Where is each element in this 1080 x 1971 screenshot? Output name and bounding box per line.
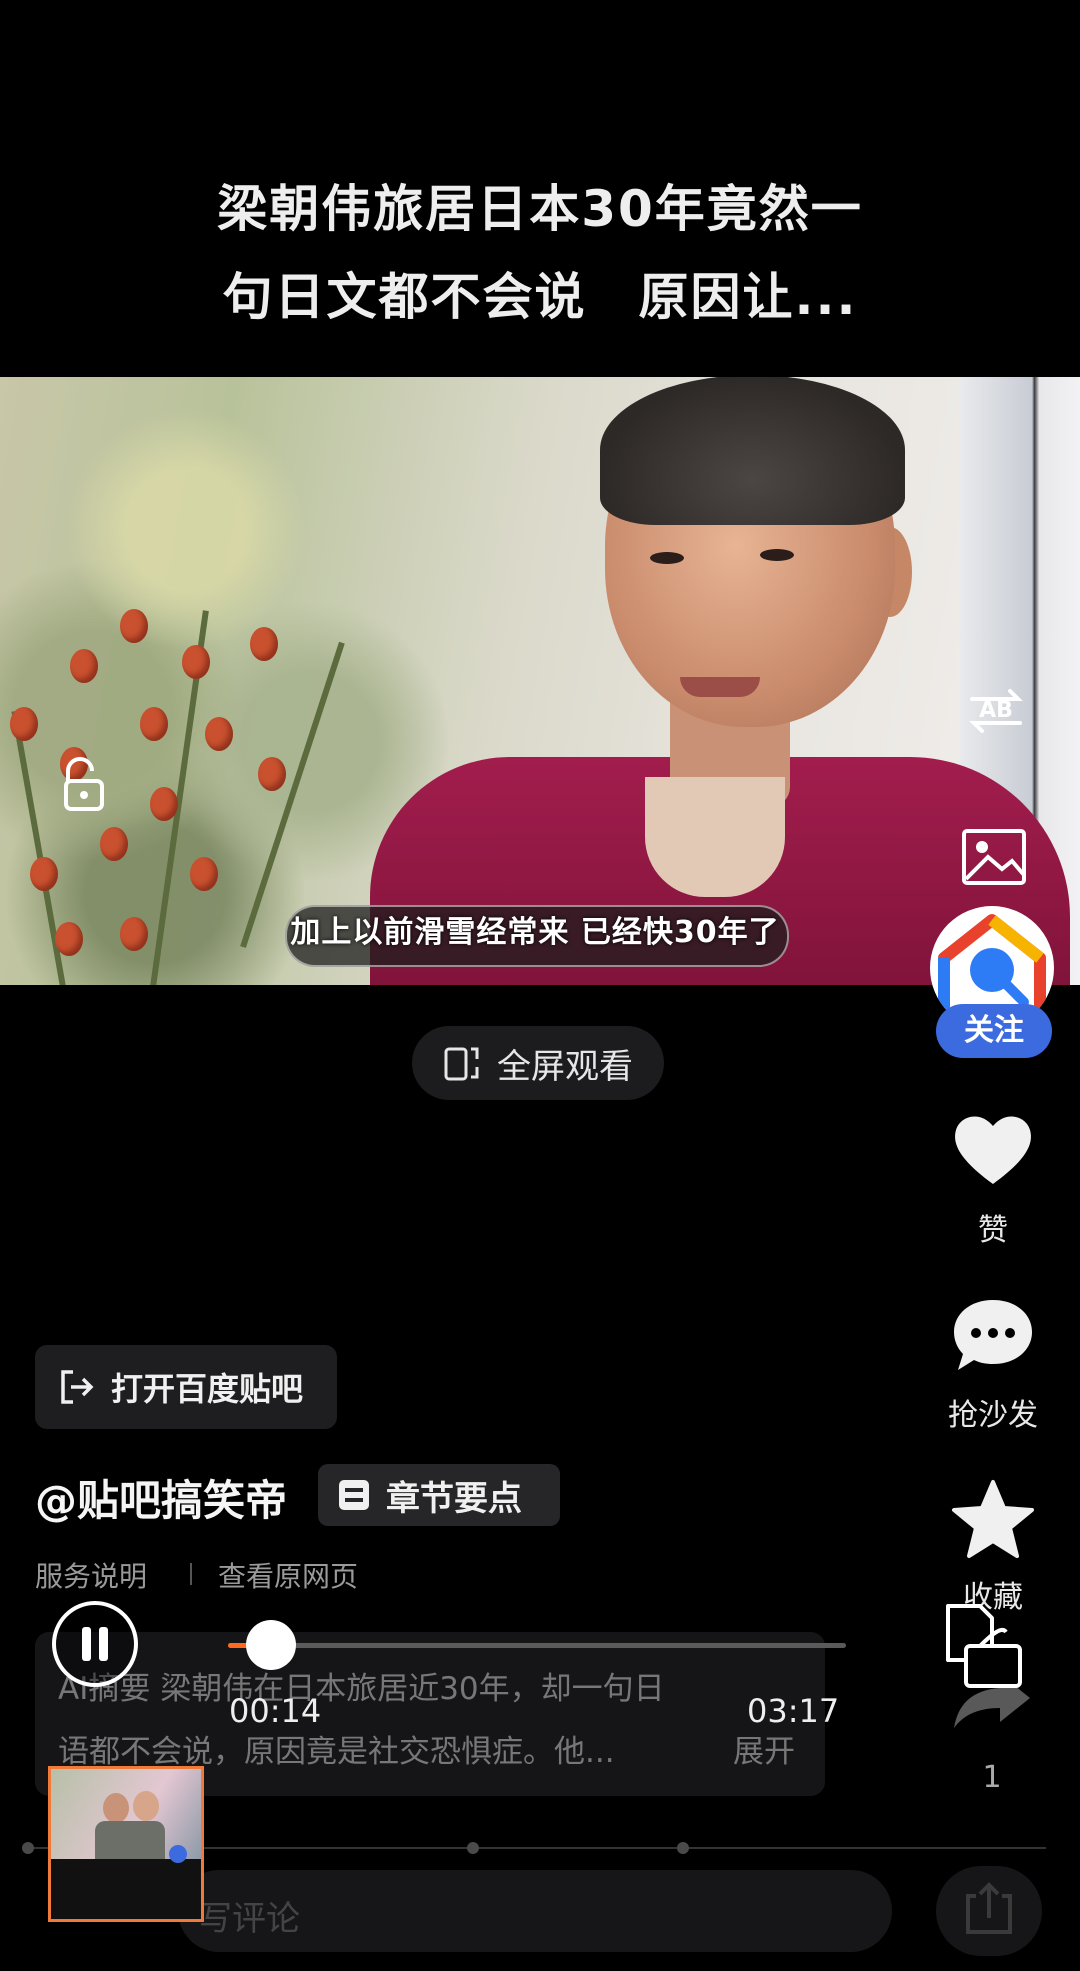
- pause-button[interactable]: [52, 1601, 138, 1687]
- ab-repeat-icon[interactable]: AB: [958, 683, 1034, 739]
- progress-thumb[interactable]: [246, 1620, 296, 1670]
- view-original-link[interactable]: 查看原网页: [218, 1555, 358, 1595]
- current-time: 00:14: [229, 1692, 322, 1730]
- expand-link[interactable]: 展开: [733, 1726, 795, 1771]
- share-count: 1: [982, 1760, 1002, 1795]
- pause-icon: [82, 1627, 91, 1661]
- lock-open-icon[interactable]: [58, 757, 108, 813]
- person-eye: [760, 549, 794, 561]
- heart-icon[interactable]: [950, 1110, 1036, 1188]
- timeline-dot: [22, 1842, 34, 1854]
- ai-summary-line2: 语都不会说，原因竟是社交恐惧症。他...: [58, 1734, 615, 1770]
- progress-track[interactable]: [228, 1643, 846, 1648]
- chapter-list-icon: [339, 1480, 369, 1510]
- person-hair: [600, 377, 905, 525]
- person-eye: [650, 552, 684, 564]
- picture-in-picture-icon[interactable]: [940, 1600, 1026, 1692]
- service-info-link[interactable]: 服务说明: [35, 1555, 147, 1595]
- person-collar: [645, 777, 785, 897]
- image-icon[interactable]: [958, 823, 1032, 889]
- comment-label: 抢沙发: [948, 1398, 1038, 1433]
- timeline-dot: [467, 1842, 479, 1854]
- comment-bubble-icon[interactable]: [950, 1296, 1036, 1374]
- chapter-points-label: 章节要点: [386, 1478, 522, 1519]
- video-title-line2: 句日文都不会说 原因让...: [222, 268, 858, 326]
- exit-arrow-icon: [61, 1370, 94, 1404]
- berry-branch: [0, 377, 345, 985]
- link-divider: [190, 1563, 192, 1585]
- open-tieba-label: 打开百度贴吧: [111, 1370, 304, 1408]
- screenshot-preview-thumbnail[interactable]: [48, 1766, 204, 1922]
- follow-button[interactable]: 关注: [936, 1004, 1052, 1058]
- svg-text:AB: AB: [979, 698, 1013, 723]
- rotate-screen-icon: [444, 1047, 479, 1081]
- ai-summary-line1: AI摘要 梁朝伟在日本旅居近30年，却一句日: [58, 1671, 665, 1707]
- star-icon[interactable]: [950, 1478, 1036, 1560]
- video-title-line1: 梁朝伟旅居日本30年竟然一: [217, 180, 863, 238]
- upload-icon: [966, 1882, 1012, 1934]
- comment-placeholder: 写评论: [198, 1899, 300, 1939]
- timeline-dot: [677, 1842, 689, 1854]
- video-subtitle: 加上以前滑雪经常来 已经快30年了: [290, 915, 780, 950]
- author-name[interactable]: @贴吧搞笑帝: [35, 1467, 287, 1528]
- upload-button[interactable]: [936, 1866, 1042, 1956]
- fullscreen-label: 全屏观看: [497, 1046, 633, 1087]
- open-tieba-button[interactable]: 打开百度贴吧: [35, 1345, 337, 1429]
- person-mouth: [680, 677, 760, 697]
- like-label: 赞: [978, 1213, 1008, 1248]
- chapter-points-button[interactable]: 章节要点: [318, 1464, 560, 1526]
- video-title: 梁朝伟旅居日本30年竟然一 句日文都不会说 原因让...: [0, 165, 1080, 341]
- video-player[interactable]: [0, 377, 1080, 985]
- fullscreen-button[interactable]: 全屏观看: [412, 1026, 664, 1100]
- total-time: 03:17: [747, 1692, 840, 1730]
